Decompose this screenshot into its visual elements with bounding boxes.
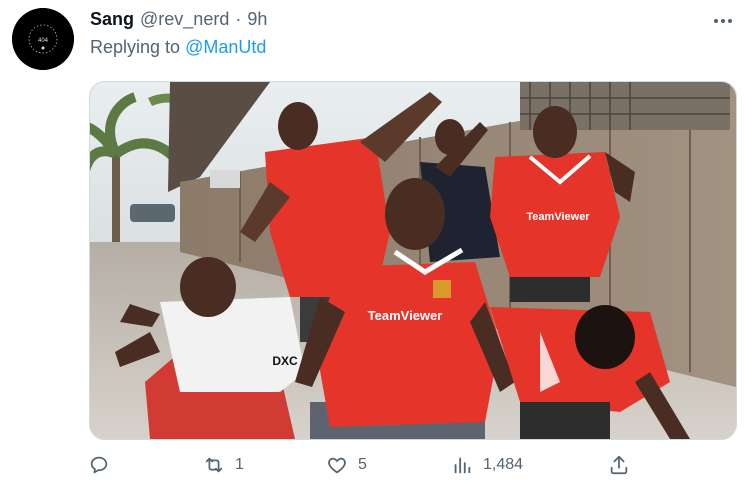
tweet-actions: 1 5 1,484: [0, 454, 750, 482]
avatar-text: 404: [38, 38, 49, 44]
retweet-count: 1: [235, 456, 244, 473]
share-button[interactable]: [608, 454, 630, 476]
replying-to-mention[interactable]: @ManUtd: [185, 37, 266, 57]
tweet-header: Sang @rev_nerd · 9h: [90, 9, 267, 30]
jersey-sponsor-center: TeamViewer: [368, 308, 443, 323]
heart-icon: [328, 457, 346, 474]
views-count: 1,484: [483, 456, 524, 473]
avatar[interactable]: 404: [12, 8, 74, 70]
user-handle[interactable]: @rev_nerd: [140, 9, 229, 30]
tweet: 404 Sang @rev_nerd · 9h Replying to @Man…: [0, 0, 750, 490]
replying-to: Replying to @ManUtd: [90, 37, 266, 58]
views-chart-icon: [454, 457, 471, 474]
like-count: 5: [358, 456, 367, 473]
retweet-button[interactable]: 1: [203, 454, 244, 476]
reply-icon: [90, 456, 108, 474]
display-name[interactable]: Sang: [90, 9, 134, 30]
media-video-frame: TeamViewer DXC TeamViewer: [90, 82, 736, 439]
share-icon: [610, 455, 628, 475]
retweet-icon: [205, 457, 223, 473]
jersey-sponsor-right: TeamViewer: [526, 211, 590, 223]
views-button[interactable]: 1,484: [451, 454, 523, 476]
avatar-logo: 404: [12, 8, 74, 70]
jersey-sponsor-left: DXC: [272, 354, 298, 368]
timestamp[interactable]: 9h: [247, 9, 267, 30]
tweet-media[interactable]: TeamViewer DXC TeamViewer: [89, 81, 737, 440]
replying-to-label: Replying to: [90, 37, 181, 57]
more-options-icon[interactable]: [710, 10, 736, 32]
reply-button[interactable]: [88, 454, 120, 476]
separator-dot: ·: [235, 9, 242, 29]
like-button[interactable]: 5: [326, 454, 367, 476]
